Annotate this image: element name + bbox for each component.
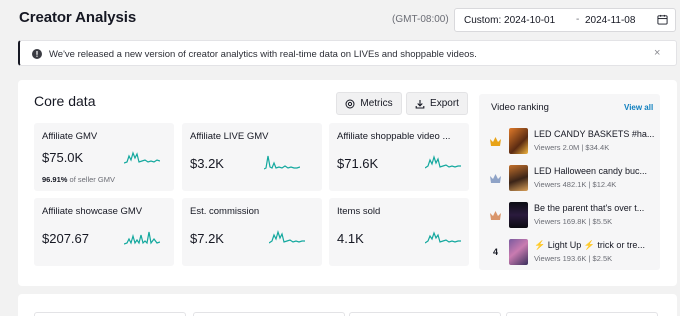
metric-card-est-commission[interactable]: Est. commission $7.2K <box>182 198 322 266</box>
ranking-item[interactable]: LED CANDY BASKETS #ha... Viewers 2.0M | … <box>479 127 660 155</box>
core-data-title: Core data <box>34 93 96 109</box>
video-stats: Viewers 193.6K | $2.5K <box>534 254 613 263</box>
seller-gmv-text: of seller GMV <box>69 175 115 184</box>
sparkline <box>269 229 305 244</box>
video-viewers: Viewers 193.6K <box>534 254 587 263</box>
sparkline <box>264 155 300 170</box>
calendar-icon[interactable] <box>657 14 668 25</box>
sparkline <box>425 231 461 244</box>
panel-tab[interactable] <box>349 312 501 316</box>
video-ranking-panel: Video ranking View all LED CANDY BASKETS… <box>479 94 660 270</box>
video-thumbnail <box>509 239 528 265</box>
metric-value: $3.2K <box>190 156 224 171</box>
metric-value: $207.67 <box>42 231 89 246</box>
video-thumbnail <box>509 202 528 228</box>
metrics-button[interactable]: Metrics <box>336 92 402 115</box>
crown-icon <box>490 174 501 183</box>
crown-icon <box>490 137 501 146</box>
view-all-link[interactable]: View all <box>624 103 653 112</box>
date-separator: - <box>576 14 580 25</box>
video-thumbnail <box>509 128 528 154</box>
ranking-item[interactable]: Be the parent that's over t... Viewers 1… <box>479 201 660 229</box>
sparkline <box>124 231 160 245</box>
video-title: LED CANDY BASKETS #ha... <box>534 129 654 139</box>
metric-card-items-sold[interactable]: Items sold 4.1K <box>329 198 469 266</box>
video-gmv: $2.5K <box>592 254 613 263</box>
video-stats: Viewers 169.8K | $5.5K <box>534 217 613 226</box>
date-range-picker[interactable]: Custom: 2024-10-01 - 2024-11-08 <box>454 8 676 32</box>
video-ranking-title: Video ranking <box>491 102 549 113</box>
info-icon <box>32 49 42 59</box>
video-gmv: $12.4K <box>592 180 617 189</box>
metric-card-affiliate-shoppable-video[interactable]: Affiliate shoppable video ... $71.6K <box>329 123 469 191</box>
panel-tab[interactable] <box>193 312 345 316</box>
secondary-panel <box>18 294 677 316</box>
metric-card-affiliate-live-gmv[interactable]: Affiliate LIVE GMV $3.2K <box>182 123 322 191</box>
announcement-text: We've released a new version of creator … <box>49 49 477 60</box>
video-viewers: Viewers 2.0M <box>534 143 580 152</box>
close-icon[interactable]: × <box>654 47 660 59</box>
metric-subtext: 96.91% of seller GMV <box>42 175 115 184</box>
metric-card-affiliate-showcase-gmv[interactable]: Affiliate showcase GMV $207.67 <box>34 198 174 266</box>
seller-gmv-percent: 96.91% <box>42 175 68 184</box>
video-gmv: $34.4K <box>585 143 610 152</box>
sparkline <box>425 154 461 169</box>
metric-label: Items sold <box>337 206 381 217</box>
video-thumbnail <box>509 165 528 191</box>
panel-tab[interactable] <box>506 312 658 316</box>
video-viewers: Viewers 482.1K <box>534 180 587 189</box>
metric-label: Affiliate GMV <box>42 131 98 142</box>
metric-label: Affiliate LIVE GMV <box>190 131 269 142</box>
metric-label: Affiliate showcase GMV <box>42 206 143 217</box>
video-stats: Viewers 482.1K | $12.4K <box>534 180 617 189</box>
page-title: Creator Analysis <box>19 9 137 26</box>
export-button[interactable]: Export <box>406 92 468 115</box>
video-viewers: Viewers 169.8K <box>534 217 587 226</box>
rank-number: 4 <box>493 247 499 257</box>
video-title: Be the parent that's over t... <box>534 203 645 213</box>
download-icon <box>415 99 425 109</box>
panel-tab[interactable] <box>34 312 186 316</box>
metric-value: $7.2K <box>190 231 224 246</box>
metric-label: Est. commission <box>190 206 260 217</box>
metrics-label: Metrics <box>360 98 393 109</box>
metric-value: 4.1K <box>337 231 364 246</box>
date-end[interactable]: 2024-11-08 <box>585 15 635 26</box>
metric-label: Affiliate shoppable video ... <box>337 131 451 142</box>
metric-value: $71.6K <box>337 156 379 171</box>
timezone-label: (GMT-08:00) <box>392 14 449 25</box>
crown-icon <box>490 211 501 220</box>
metric-card-affiliate-gmv[interactable]: Affiliate GMV $75.0K 96.91% of seller GM… <box>34 123 174 191</box>
announcement-banner: We've released a new version of creator … <box>18 40 677 66</box>
video-gmv: $5.5K <box>592 217 613 226</box>
metric-value: $75.0K <box>42 150 84 165</box>
ranking-item[interactable]: 4 ⚡ Light Up ⚡ trick or tre... Viewers 1… <box>479 238 660 266</box>
video-stats: Viewers 2.0M | $34.4K <box>534 143 610 152</box>
export-label: Export <box>430 98 459 109</box>
video-title: ⚡ Light Up ⚡ trick or tre... <box>534 240 645 250</box>
top-bar: Creator Analysis (GMT-08:00) Custom: 202… <box>0 0 680 36</box>
settings-icon <box>345 99 355 108</box>
sparkline <box>124 151 160 164</box>
date-start[interactable]: Custom: 2024-10-01 <box>464 15 555 26</box>
ranking-item[interactable]: LED Halloween candy buc... Viewers 482.1… <box>479 164 660 192</box>
video-title: LED Halloween candy buc... <box>534 166 648 176</box>
